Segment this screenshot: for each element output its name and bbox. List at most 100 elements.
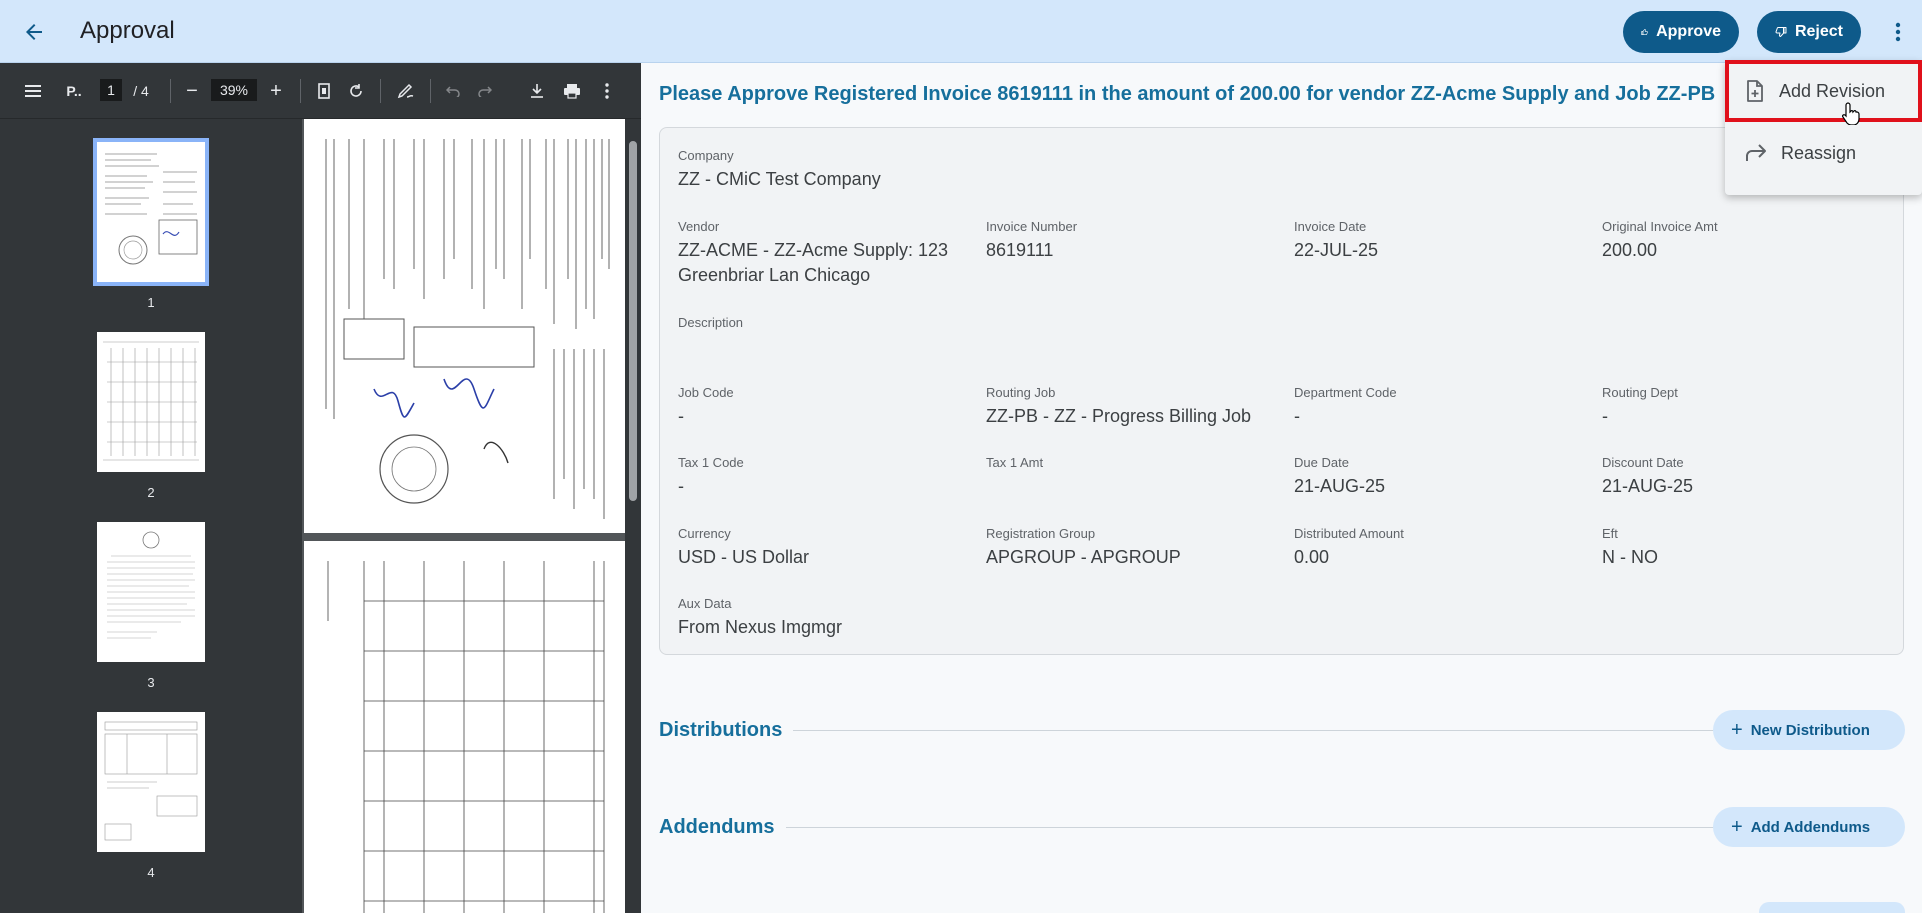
annotate-button[interactable] bbox=[394, 77, 418, 105]
field-label: Tax 1 Code bbox=[678, 455, 744, 470]
page-thumbnail-2[interactable] bbox=[97, 332, 205, 472]
menu-item-add-revision[interactable]: Add Revision bbox=[1725, 60, 1922, 122]
thumbnail-label: 2 bbox=[147, 485, 155, 500]
field-value: - bbox=[1602, 406, 1608, 426]
field-value: - bbox=[1294, 406, 1300, 426]
toolbar-divider bbox=[380, 79, 381, 103]
invoice-date-field: Invoice Date 22-JUL-25 bbox=[1294, 219, 1378, 263]
fit-page-button[interactable] bbox=[313, 77, 335, 105]
document-name: P.. bbox=[66, 83, 82, 99]
field-label: Discount Date bbox=[1602, 455, 1684, 470]
add-addendums-label: Add Addendums bbox=[1750, 818, 1871, 836]
document-page-thumbnail bbox=[97, 522, 205, 662]
partially-hidden-button[interactable] bbox=[1759, 902, 1905, 913]
kebab-menu-icon bbox=[605, 83, 609, 99]
registration-group-field: Registration Group APGROUP - APGROUP bbox=[986, 526, 1181, 570]
new-distribution-label: New Distribution bbox=[1750, 721, 1870, 739]
job-code-field: Job Code - bbox=[678, 385, 734, 429]
field-label: Job Code bbox=[678, 385, 734, 400]
zoom-out-button[interactable]: − bbox=[181, 77, 203, 105]
toolbar-divider bbox=[300, 79, 301, 103]
download-icon bbox=[531, 84, 543, 98]
kebab-menu-icon bbox=[1895, 22, 1901, 42]
approve-label: Approve bbox=[1656, 23, 1721, 40]
undo-button[interactable] bbox=[442, 77, 464, 105]
field-value-line1: ZZ-ACME - ZZ-Acme Supply: 123 bbox=[678, 240, 949, 260]
rotate-icon bbox=[350, 84, 362, 97]
page-thumbnail-1[interactable] bbox=[93, 138, 209, 286]
field-value: N - NO bbox=[1602, 547, 1658, 567]
distributions-heading: Distributions bbox=[659, 719, 783, 741]
approval-message-title: Please Approve Registered Invoice 861911… bbox=[659, 83, 1716, 105]
field-label: Eft bbox=[1602, 526, 1618, 541]
toolbar-divider bbox=[430, 79, 431, 103]
hamburger-icon bbox=[25, 85, 41, 97]
minus-icon: − bbox=[186, 79, 198, 102]
field-value: ZZ - CMiC Test Company bbox=[678, 169, 881, 189]
page-total: / 4 bbox=[133, 83, 149, 99]
document-page-thumbnail bbox=[97, 712, 205, 852]
thumbnail-label: 3 bbox=[147, 675, 155, 690]
page-thumbnail-4[interactable] bbox=[97, 712, 205, 852]
tax1-code-field: Tax 1 Code - bbox=[678, 455, 744, 499]
rotate-button[interactable] bbox=[345, 77, 367, 105]
print-button[interactable] bbox=[561, 77, 583, 105]
field-value: - bbox=[678, 476, 684, 496]
field-label: Tax 1 Amt bbox=[986, 455, 1044, 470]
thumbnail-label: 1 bbox=[147, 295, 155, 310]
download-button[interactable] bbox=[526, 77, 548, 105]
field-value: 0.00 bbox=[1294, 547, 1330, 567]
thumbs-up-icon bbox=[1641, 29, 1648, 35]
menu-item-label: Reassign bbox=[1781, 142, 1857, 163]
redo-icon bbox=[478, 86, 492, 97]
thumbnail-label: 4 bbox=[147, 865, 155, 880]
field-label: Vendor bbox=[678, 219, 720, 234]
page-title: Approval bbox=[80, 17, 175, 44]
new-distribution-button[interactable]: + New Distribution bbox=[1713, 710, 1905, 750]
routing-dept-field: Routing Dept - bbox=[1602, 385, 1678, 429]
field-label: Aux Data bbox=[678, 596, 732, 611]
add-addendums-button[interactable]: + Add Addendums bbox=[1713, 807, 1905, 847]
field-value: 21-AUG-25 bbox=[1602, 476, 1694, 496]
redo-button[interactable] bbox=[474, 77, 496, 105]
field-label: Original Invoice Amt bbox=[1602, 219, 1718, 234]
back-button[interactable] bbox=[14, 12, 54, 52]
department-code-field: Department Code - bbox=[1294, 385, 1397, 429]
field-value: - bbox=[678, 406, 684, 426]
sidebar-toggle-button[interactable] bbox=[20, 77, 46, 105]
field-label: Invoice Date bbox=[1294, 219, 1367, 234]
field-label: Description bbox=[678, 315, 744, 330]
menu-item-label: Add Revision bbox=[1779, 80, 1886, 101]
scrollbar-thumb[interactable] bbox=[629, 141, 637, 501]
tax1-amt-field: Tax 1 Amt bbox=[986, 455, 1043, 474]
field-value: USD - US Dollar bbox=[678, 547, 810, 567]
reject-label: Reject bbox=[1794, 23, 1843, 40]
forward-arrow-icon bbox=[1746, 144, 1766, 161]
invoice-number-field: Invoice Number 8619111 bbox=[986, 219, 1077, 263]
page-thumbnail-3[interactable] bbox=[97, 522, 205, 662]
zoom-input[interactable]: 39% bbox=[211, 79, 257, 101]
approve-button[interactable]: Approve bbox=[1623, 11, 1739, 53]
field-label: Distributed Amount bbox=[1294, 526, 1404, 541]
pdf-more-button[interactable] bbox=[598, 77, 616, 105]
pdf-page-view[interactable] bbox=[302, 119, 625, 913]
field-value: 21-AUG-25 bbox=[1294, 476, 1386, 496]
vendor-field: Vendor ZZ-ACME - ZZ-Acme Supply: 123 Gre… bbox=[678, 219, 948, 288]
undo-icon bbox=[446, 86, 460, 97]
field-label: Routing Job bbox=[986, 385, 1056, 400]
zoom-in-button[interactable]: + bbox=[265, 77, 287, 105]
routing-job-field: Routing Job ZZ-PB - ZZ - Progress Billin… bbox=[986, 385, 1251, 429]
eft-field: Eft N - NO bbox=[1602, 526, 1658, 570]
page-number-input[interactable]: 1 bbox=[100, 79, 122, 101]
rotated-document-page bbox=[304, 119, 625, 533]
section-divider bbox=[793, 730, 1843, 731]
more-options-button[interactable] bbox=[1880, 12, 1916, 52]
hand-cursor-icon bbox=[1842, 102, 1860, 125]
pdf-toolbar: P.. 1 / 4 − 39% + bbox=[0, 63, 641, 119]
menu-item-reassign[interactable]: Reassign bbox=[1725, 122, 1922, 184]
pen-icon bbox=[397, 83, 414, 99]
discount-date-field: Discount Date 21-AUG-25 bbox=[1602, 455, 1693, 499]
pdf-scrollbar[interactable] bbox=[625, 119, 641, 913]
original-invoice-amt-field: Original Invoice Amt 200.00 bbox=[1602, 219, 1718, 263]
reject-button[interactable]: Reject bbox=[1757, 11, 1861, 53]
